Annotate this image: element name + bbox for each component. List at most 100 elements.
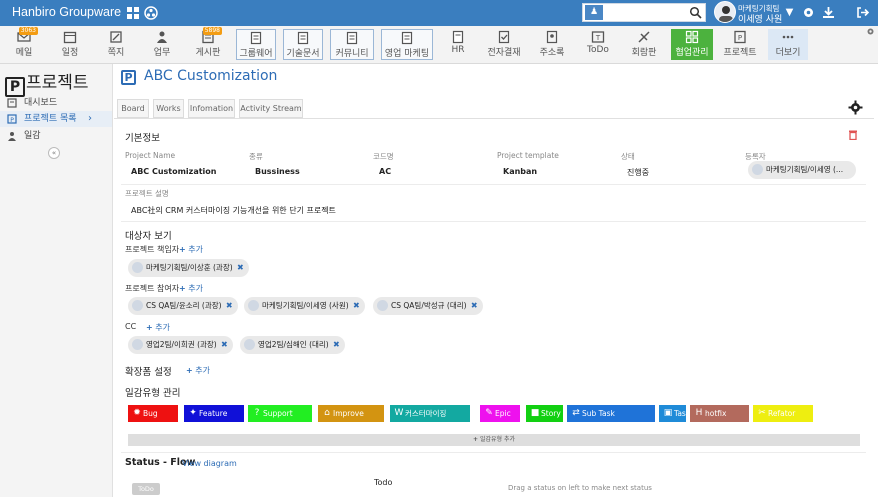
work-type-name: Improve	[333, 409, 364, 418]
add-participant-button[interactable]: + 추가	[179, 283, 203, 294]
work-type-label[interactable]: Hhotfix	[690, 405, 749, 422]
collapse-sidebar-button[interactable]: «	[48, 147, 60, 159]
sidebar-item-dashboard[interactable]: 대시보드	[0, 95, 112, 111]
top-bar: Hanbiro Groupware ♟ 마케팅기획팀 이세영 사원 ▼	[0, 0, 878, 26]
brand-title[interactable]: Hanbiro Groupware	[12, 5, 121, 19]
search-input[interactable]	[606, 5, 682, 20]
divider	[121, 221, 866, 222]
app-calendar[interactable]: 일정	[52, 29, 88, 60]
work-type-label[interactable]: ✎ Epic	[480, 405, 520, 422]
app-collaboration[interactable]: 협업관리	[671, 29, 713, 60]
remove-icon[interactable]: ✖	[353, 297, 360, 315]
add-label: 추가	[188, 284, 203, 293]
value-type: Bussiness	[255, 167, 300, 176]
page-title: P ABC Customization	[121, 68, 277, 85]
app-hr[interactable]: HR	[440, 29, 476, 60]
add-extension-button[interactable]: + 추가	[186, 365, 210, 376]
label-type-icon: ⇄	[572, 408, 580, 418]
circular-icon	[638, 31, 650, 43]
drag-hint: Drag a status on left to make next statu…	[508, 484, 652, 492]
app-sales-marketing[interactable]: 영업 마케팅	[381, 29, 433, 60]
work-type-label[interactable]: ? Support	[248, 405, 312, 422]
label-type-icon: ▣	[663, 408, 673, 418]
owner-chip: 마케팅기획팀/이상훈 (과장) ✖	[128, 259, 249, 277]
app-memo[interactable]: 쪽지	[98, 29, 134, 60]
app-mail[interactable]: 3063 메일	[6, 27, 42, 60]
app-address-book[interactable]: 주소록	[532, 29, 572, 60]
download-icon[interactable]	[821, 5, 836, 20]
app-community[interactable]: 커뮤니티	[330, 29, 374, 60]
gear-icon[interactable]	[848, 100, 863, 115]
work-type-label[interactable]: ✂ Refator	[753, 405, 813, 422]
app-circular[interactable]: 회람판	[624, 29, 664, 60]
app-groupware[interactable]: 그룹웨어	[236, 29, 276, 60]
avatar	[377, 300, 388, 311]
logout-icon[interactable]	[855, 5, 870, 20]
work-type-label[interactable]: W 커스터마이징	[390, 405, 470, 422]
search-icon[interactable]	[689, 6, 702, 19]
add-label: 추가	[188, 245, 203, 254]
registrant-name: 마케팅기획팀/이세영 (...	[766, 165, 844, 174]
value-code: AC	[379, 167, 392, 176]
app-label: 프로젝트	[723, 48, 757, 58]
label-type: 종류	[249, 152, 263, 161]
app-approval[interactable]: 전자결재	[484, 29, 524, 60]
remove-icon[interactable]: ✖	[471, 297, 478, 315]
chevron-down-icon[interactable]: ▼	[782, 5, 797, 20]
project-icon: P	[734, 30, 746, 44]
svg-text:P: P	[10, 117, 14, 124]
work-type-label[interactable]: ✦ Feature	[184, 405, 244, 422]
delete-icon[interactable]	[848, 129, 858, 140]
hub-icon[interactable]	[144, 6, 158, 20]
main-content: P ABC Customization Board Works Infomatio…	[114, 64, 878, 497]
app-more[interactable]: 더보기	[768, 29, 808, 60]
address-book-icon	[546, 30, 558, 44]
work-type-label[interactable]: ✹ Bug	[128, 405, 178, 422]
app-tech-docs[interactable]: 기술문서	[283, 29, 323, 60]
tab-information[interactable]: Infomation	[188, 99, 235, 118]
document-icon	[452, 30, 464, 44]
add-cc-button[interactable]: + 추가	[146, 322, 170, 333]
app-label: 커뮤니티	[335, 49, 369, 59]
settings-icon[interactable]	[801, 5, 816, 20]
sidebar-item-project-list[interactable]: P 프로젝트 목록 ›	[0, 111, 112, 127]
app-label: 회람판	[631, 48, 657, 58]
app-board[interactable]: 5898 게시판	[190, 27, 226, 60]
app-tasks[interactable]: 업무	[144, 29, 180, 60]
add-work-type-button[interactable]: + 일감유형 추가	[128, 434, 860, 446]
grid-icon[interactable]	[126, 6, 140, 20]
label-type-icon: ?	[254, 408, 260, 418]
tab-activity-stream[interactable]: Activity Stream	[239, 99, 303, 118]
app-project[interactable]: P 프로젝트	[720, 29, 760, 60]
people-icon[interactable]: ♟	[585, 5, 603, 20]
project-icon: P	[7, 114, 17, 124]
owner-label: 프로젝트 책임자	[125, 245, 180, 254]
tab-works[interactable]: Works	[153, 99, 184, 118]
work-type-label[interactable]: ■ Story	[526, 405, 563, 422]
avatar	[752, 164, 763, 175]
board-badge: 5898	[202, 27, 222, 35]
app-todo[interactable]: T ToDo	[580, 29, 616, 60]
remove-icon[interactable]: ✖	[221, 336, 228, 354]
app-label: 메일	[15, 48, 33, 58]
work-type-label[interactable]: ⌂ Improve	[318, 405, 384, 422]
todo-status-chip[interactable]: ToDo	[132, 483, 160, 495]
remove-icon[interactable]: ✖	[226, 297, 233, 315]
document-icon	[401, 31, 413, 45]
app-label: 기술문서	[286, 49, 320, 59]
section-basic-info: 기본정보	[125, 133, 160, 144]
remove-icon[interactable]: ✖	[333, 336, 340, 354]
label-description: 프로젝트 설명	[125, 189, 169, 198]
sidebar-item-work[interactable]: 일감	[0, 128, 112, 144]
participant-chip: CS QA팀/박성규 (대리) ✖	[373, 297, 483, 315]
tab-board[interactable]: Board	[117, 99, 149, 118]
view-diagram-link[interactable]: View diagram	[182, 459, 237, 468]
work-type-name: hotfix	[705, 409, 727, 418]
appbar-settings-icon[interactable]	[866, 27, 875, 36]
remove-icon[interactable]: ✖	[237, 259, 244, 277]
app-label: 쪽지	[107, 48, 125, 58]
work-type-label[interactable]: ⇄ Sub Task	[567, 405, 655, 422]
work-type-label[interactable]: ▣ Task	[659, 405, 690, 422]
add-owner-button[interactable]: + 추가	[179, 244, 203, 255]
section-members: 대상자 보기	[125, 231, 172, 242]
